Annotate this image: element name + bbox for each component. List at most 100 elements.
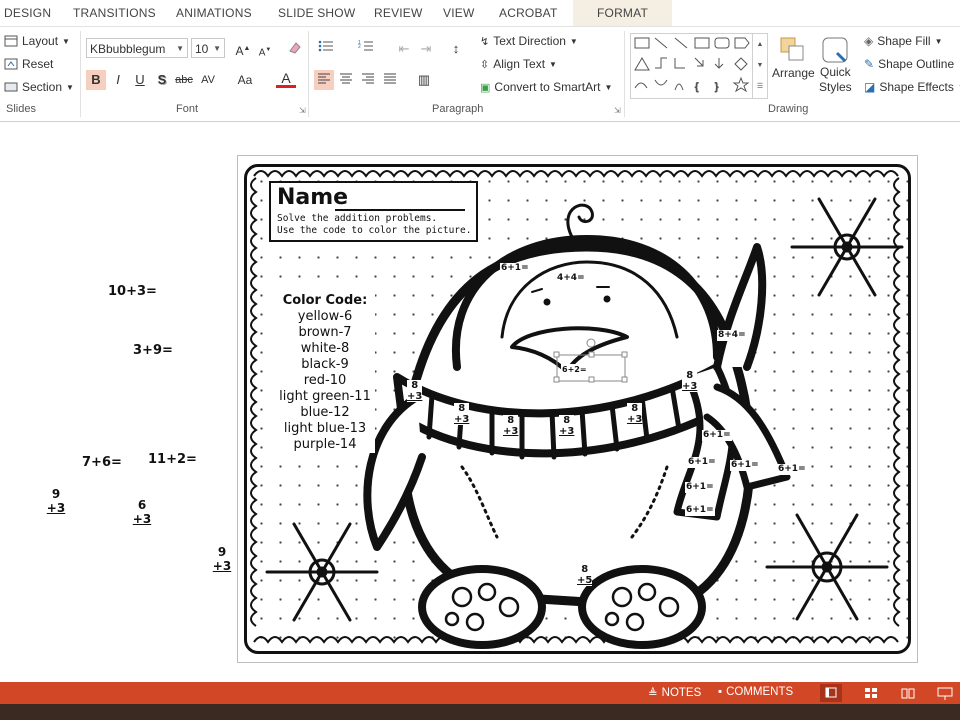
- change-case-button[interactable]: Aa: [232, 70, 258, 90]
- italic-button[interactable]: I: [108, 70, 128, 90]
- side-problem-7[interactable]: 9 +3: [212, 545, 232, 573]
- slideshow-icon[interactable]: [936, 684, 954, 702]
- shapes-gallery-icons: {}: [634, 37, 750, 94]
- reading-view-icon[interactable]: [899, 684, 917, 702]
- chevron-down-icon: ▼: [934, 36, 943, 46]
- tab-slide-show[interactable]: SLIDE SHOW: [278, 6, 355, 20]
- reset-button[interactable]: Reset: [4, 57, 53, 71]
- tab-view[interactable]: VIEW: [443, 6, 474, 20]
- columns-icon[interactable]: ▥: [414, 70, 434, 90]
- picture-problem-vertical[interactable]: 8 +3: [559, 415, 575, 437]
- normal-view-icon[interactable]: [820, 684, 842, 702]
- align-center-icon[interactable]: [336, 70, 356, 90]
- side-problem-1[interactable]: 10+3=: [108, 284, 157, 299]
- side-problem-5[interactable]: 9 +3: [46, 487, 66, 515]
- tab-format[interactable]: FORMAT: [573, 0, 672, 26]
- shape-effects-label: Shape Effects: [879, 80, 954, 94]
- picture-problem[interactable]: 4+4=: [556, 273, 586, 284]
- divider: [624, 31, 625, 117]
- picture-problem[interactable]: 6+1=: [730, 460, 760, 471]
- side-problem-5-top: 9: [51, 487, 61, 501]
- picture-problem[interactable]: 6+1=: [685, 505, 715, 516]
- font-group-label: Font: [176, 103, 199, 115]
- justify-icon[interactable]: [380, 70, 400, 90]
- convert-smartart-button[interactable]: ▣ Convert to SmartArt ▼: [480, 80, 612, 94]
- decrease-indent-icon[interactable]: ⇤: [394, 39, 414, 59]
- line-spacing-icon[interactable]: ↕: [446, 39, 466, 59]
- tab-acrobat[interactable]: ACROBAT: [499, 6, 558, 20]
- problem-top: 8: [507, 415, 515, 426]
- grow-font-button[interactable]: A▲: [233, 39, 253, 59]
- picture-problem-vertical[interactable]: 8 +3: [454, 403, 470, 425]
- divider: [80, 31, 81, 117]
- section-button[interactable]: Section ▼: [4, 80, 74, 94]
- problem-top: 8: [581, 564, 589, 575]
- name-line[interactable]: [335, 209, 465, 211]
- font-dialog-launcher-icon[interactable]: ⇲: [299, 106, 306, 115]
- gallery-scroll[interactable]: ▲ ▼ ☰: [752, 34, 767, 98]
- bold-button[interactable]: B: [86, 70, 106, 90]
- tab-design[interactable]: DESIGN: [4, 6, 51, 20]
- picture-problem[interactable]: 6+1=: [777, 464, 807, 475]
- align-right-icon[interactable]: [358, 70, 378, 90]
- tab-review[interactable]: REVIEW: [374, 6, 423, 20]
- slide-sorter-icon[interactable]: [862, 684, 880, 702]
- picture-problem-vertical[interactable]: 8 +3: [407, 380, 423, 402]
- arrange-button[interactable]: Arrange: [772, 35, 815, 80]
- worksheet-border: Name Solve the addition problems. Use th…: [244, 164, 911, 654]
- shrink-font-button[interactable]: A▼: [255, 40, 275, 60]
- picture-problem[interactable]: 6+1=: [702, 430, 732, 441]
- layout-button[interactable]: Layout ▼: [4, 34, 70, 48]
- increase-indent-icon[interactable]: ⇥: [416, 39, 436, 59]
- quick-styles-button[interactable]: Quick Styles: [819, 35, 852, 95]
- picture-problem-vertical[interactable]: 8 +3: [627, 403, 643, 425]
- bullets-icon[interactable]: [316, 39, 336, 59]
- text-direction-button[interactable]: ↯ Text Direction ▼: [480, 34, 578, 48]
- problem-bottom: +5: [577, 575, 593, 586]
- color-code-list: Color Code: yellow-6 brown-7 white-8 bla…: [275, 292, 375, 453]
- problem-top: 8: [411, 380, 419, 391]
- align-left-icon[interactable]: [314, 70, 334, 90]
- side-problem-2[interactable]: 3+9=: [133, 343, 173, 358]
- side-problem-3[interactable]: 7+6=: [82, 455, 122, 470]
- color-code-item: light blue-13: [283, 421, 367, 436]
- strikethrough-button[interactable]: abc: [174, 70, 194, 90]
- side-problem-4[interactable]: 11+2=: [148, 452, 197, 467]
- shadow-button[interactable]: S: [152, 70, 172, 90]
- notes-icon: ≜: [648, 688, 658, 700]
- notes-button[interactable]: ≜ NOTES: [648, 686, 701, 700]
- drawing-group-label: Drawing: [768, 103, 809, 115]
- align-text-button[interactable]: ⇳ Align Text ▼: [480, 57, 557, 71]
- tab-animations[interactable]: ANIMATIONS: [176, 6, 252, 20]
- comment-icon: ▪: [718, 686, 723, 698]
- paragraph-dialog-launcher-icon[interactable]: ⇲: [614, 106, 621, 115]
- clear-format-icon[interactable]: [285, 39, 305, 59]
- slide-canvas[interactable]: Name Solve the addition problems. Use th…: [237, 155, 918, 663]
- problem-top: 8: [686, 370, 694, 381]
- picture-problem-vertical[interactable]: 8 +3: [503, 415, 519, 437]
- shape-effects-button[interactable]: ◪Shape Effects▼: [864, 80, 960, 94]
- side-problem-6[interactable]: 6 +3: [132, 498, 152, 526]
- picture-problem-vertical[interactable]: 8 +3: [682, 370, 698, 392]
- tab-transitions[interactable]: TRANSITIONS: [73, 6, 156, 20]
- font-color-button[interactable]: A: [276, 68, 296, 88]
- comments-button[interactable]: ▪ COMMENTS: [718, 686, 793, 698]
- picture-problem[interactable]: 8+4=: [717, 330, 747, 341]
- side-problem-5-bottom: +3: [46, 501, 66, 515]
- picture-problem[interactable]: 6+1=: [685, 482, 715, 493]
- color-code-item: brown-7: [298, 325, 352, 340]
- underline-button[interactable]: U: [130, 70, 150, 90]
- shape-outline-button[interactable]: ✎ Shape Outline: [864, 57, 954, 71]
- font-name-select[interactable]: KBbubblegum ▼: [86, 38, 188, 58]
- font-size-select[interactable]: 10 ▼: [191, 38, 225, 58]
- picture-problem[interactable]: 6+1=: [687, 457, 717, 468]
- picture-problem-vertical[interactable]: 8 +5: [577, 564, 593, 586]
- char-spacing-button[interactable]: AV: [198, 70, 218, 90]
- selected-text-box[interactable]: 6+2=: [561, 364, 588, 375]
- color-code-item: red-10: [303, 373, 347, 388]
- shapes-gallery[interactable]: {} ▲ ▼ ☰: [630, 33, 768, 99]
- arrange-label: Arrange: [772, 66, 815, 80]
- numbering-icon[interactable]: 12: [356, 39, 376, 59]
- shape-fill-button[interactable]: ◈ Shape Fill ▼: [864, 34, 943, 48]
- picture-problem[interactable]: 6+1=: [500, 263, 530, 274]
